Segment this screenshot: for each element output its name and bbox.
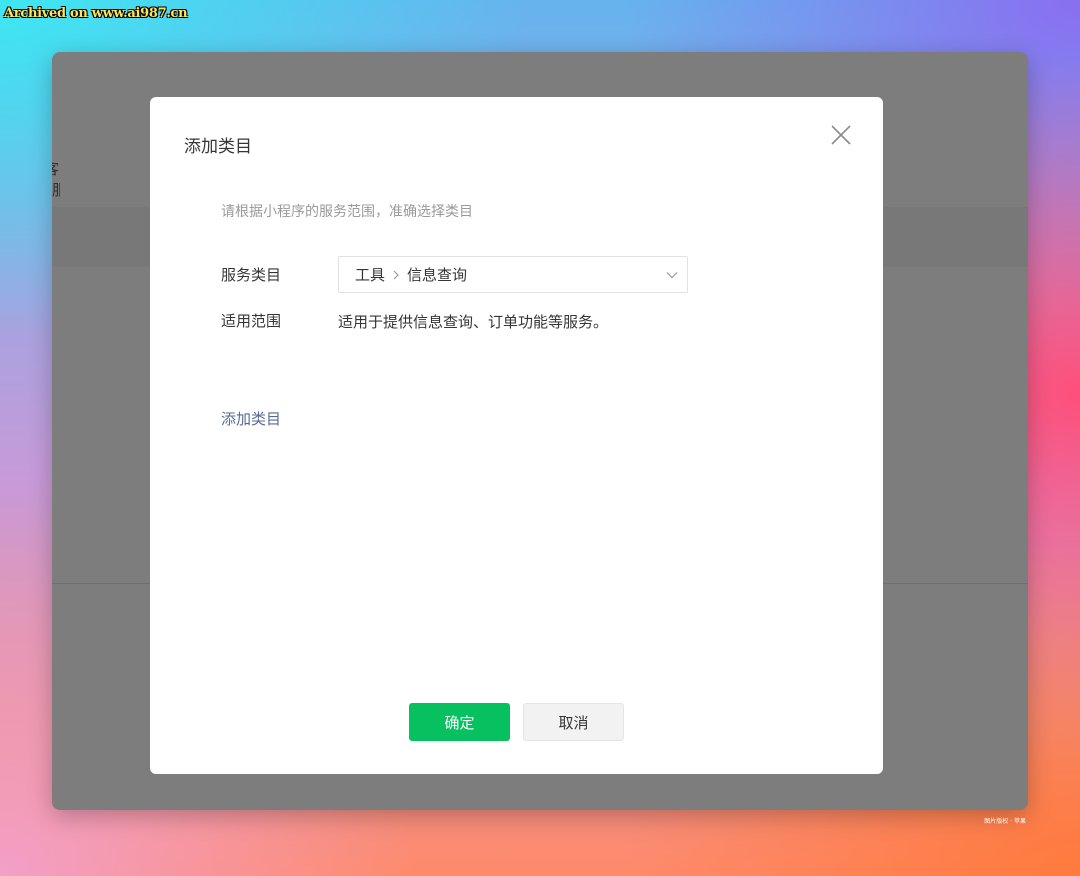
dialog-hint: 请根据小程序的服务范围，准确选择类目 [221, 204, 473, 220]
scope-label: 适用范围 [221, 312, 282, 330]
confirm-button[interactable]: 确定 [409, 703, 510, 741]
scope-value: 适用于提供信息查询、订单功能等服务。 [338, 313, 609, 331]
cancel-button[interactable]: 取消 [523, 703, 624, 741]
background-side-label-text: 客服 [52, 160, 60, 199]
image-credit: 图片版权 · 苹果 [984, 818, 1026, 825]
add-category-dialog: 添加类目 请根据小程序的服务范围，准确选择类目 服务类目 工具 信息查询 适用范… [150, 97, 883, 774]
service-category-select[interactable]: 工具 信息查询 [338, 256, 688, 293]
chevron-right-icon [392, 269, 400, 281]
watermark: Archived on www.ai987.cn [4, 6, 188, 21]
dialog-title: 添加类目 [184, 137, 252, 157]
category-level-1: 工具 [355, 266, 386, 284]
background-side-label: 客服 [52, 158, 60, 200]
add-category-link[interactable]: 添加类目 [221, 408, 281, 429]
chevron-down-icon [665, 268, 679, 286]
category-level-2: 信息查询 [407, 266, 468, 284]
service-category-label: 服务类目 [221, 266, 282, 284]
close-icon[interactable] [829, 123, 853, 147]
